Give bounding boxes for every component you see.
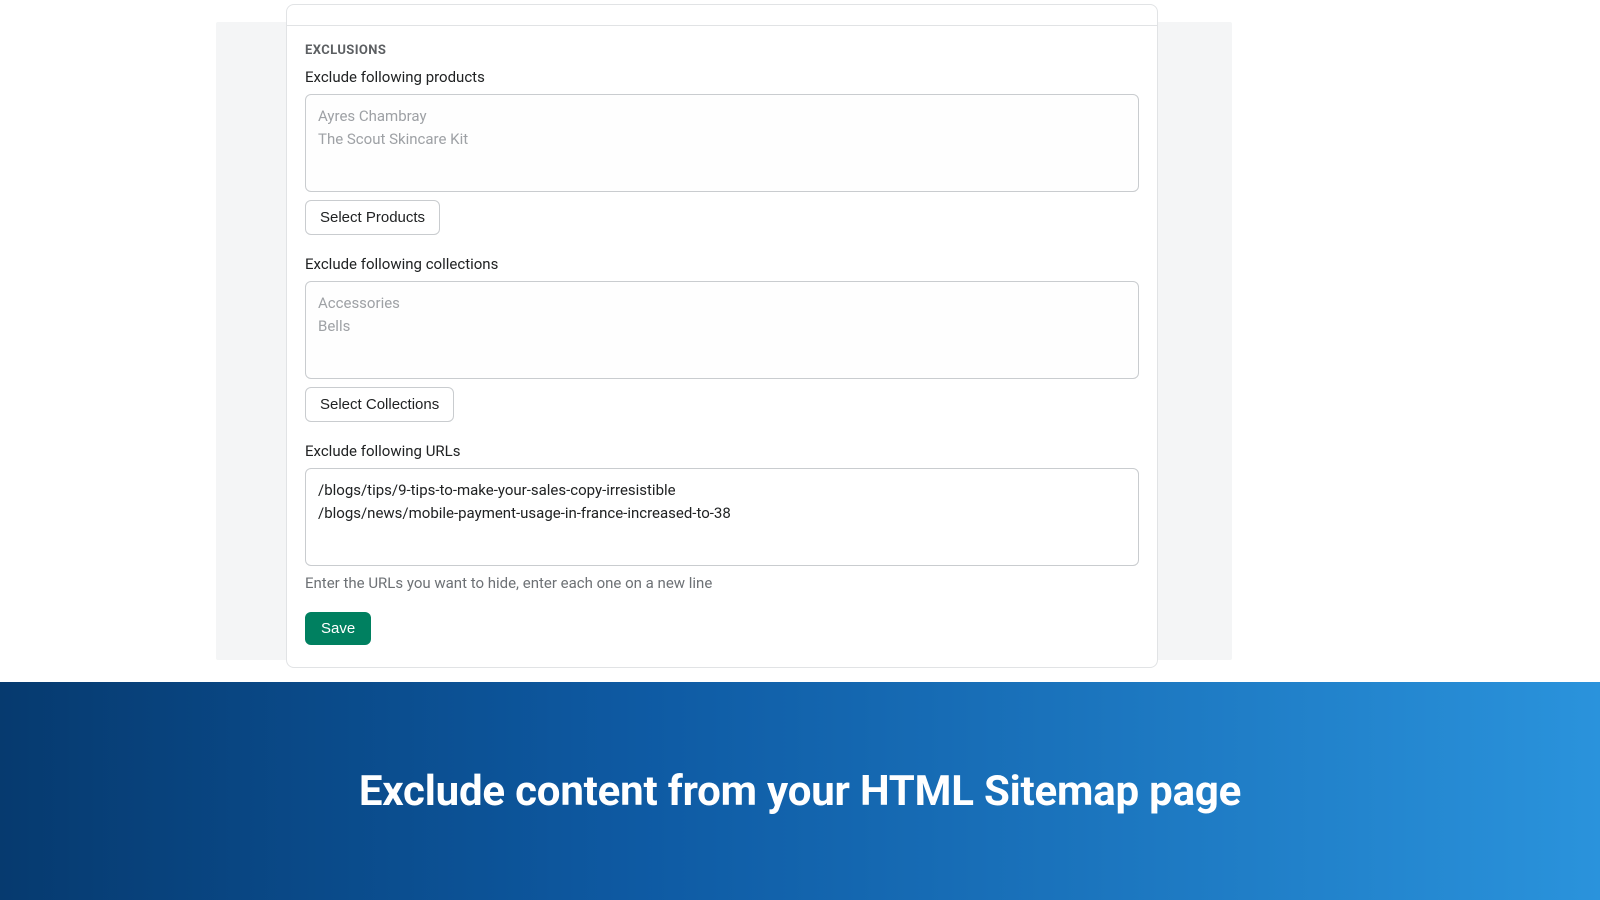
exclude-collections-label: Exclude following collections xyxy=(305,255,1139,273)
panel-separator xyxy=(287,25,1157,26)
exclude-urls-textarea[interactable]: /blogs/tips/9-tips-to-make-your-sales-co… xyxy=(305,468,1139,566)
exclude-urls-label: Exclude following URLs xyxy=(305,442,1139,460)
promo-banner: Exclude content from your HTML Sitemap p… xyxy=(0,682,1600,900)
list-item: Bells xyxy=(318,315,1126,338)
select-products-button[interactable]: Select Products xyxy=(305,200,440,235)
banner-title: Exclude content from your HTML Sitemap p… xyxy=(359,767,1241,816)
url-line: /blogs/tips/9-tips-to-make-your-sales-co… xyxy=(318,479,1126,502)
list-item: Ayres Chambray xyxy=(318,105,1126,128)
url-line: /blogs/news/mobile-payment-usage-in-fran… xyxy=(318,502,1126,525)
exclude-urls-help: Enter the URLs you want to hide, enter e… xyxy=(305,574,1139,592)
exclude-urls-block: Exclude following URLs /blogs/tips/9-tip… xyxy=(305,442,1139,592)
exclusions-panel: EXCLUSIONS Exclude following products Ay… xyxy=(286,4,1158,668)
exclude-products-label: Exclude following products xyxy=(305,68,1139,86)
exclude-products-box[interactable]: Ayres Chambray The Scout Skincare Kit xyxy=(305,94,1139,192)
app-frame: EXCLUSIONS Exclude following products Ay… xyxy=(216,22,1232,660)
exclude-products-block: Exclude following products Ayres Chambra… xyxy=(305,68,1139,235)
section-title: EXCLUSIONS xyxy=(305,43,1139,58)
exclude-collections-block: Exclude following collections Accessorie… xyxy=(305,255,1139,422)
list-item: Accessories xyxy=(318,292,1126,315)
exclude-collections-box[interactable]: Accessories Bells xyxy=(305,281,1139,379)
select-collections-button[interactable]: Select Collections xyxy=(305,387,454,422)
save-button[interactable]: Save xyxy=(305,612,371,645)
list-item: The Scout Skincare Kit xyxy=(318,128,1126,151)
